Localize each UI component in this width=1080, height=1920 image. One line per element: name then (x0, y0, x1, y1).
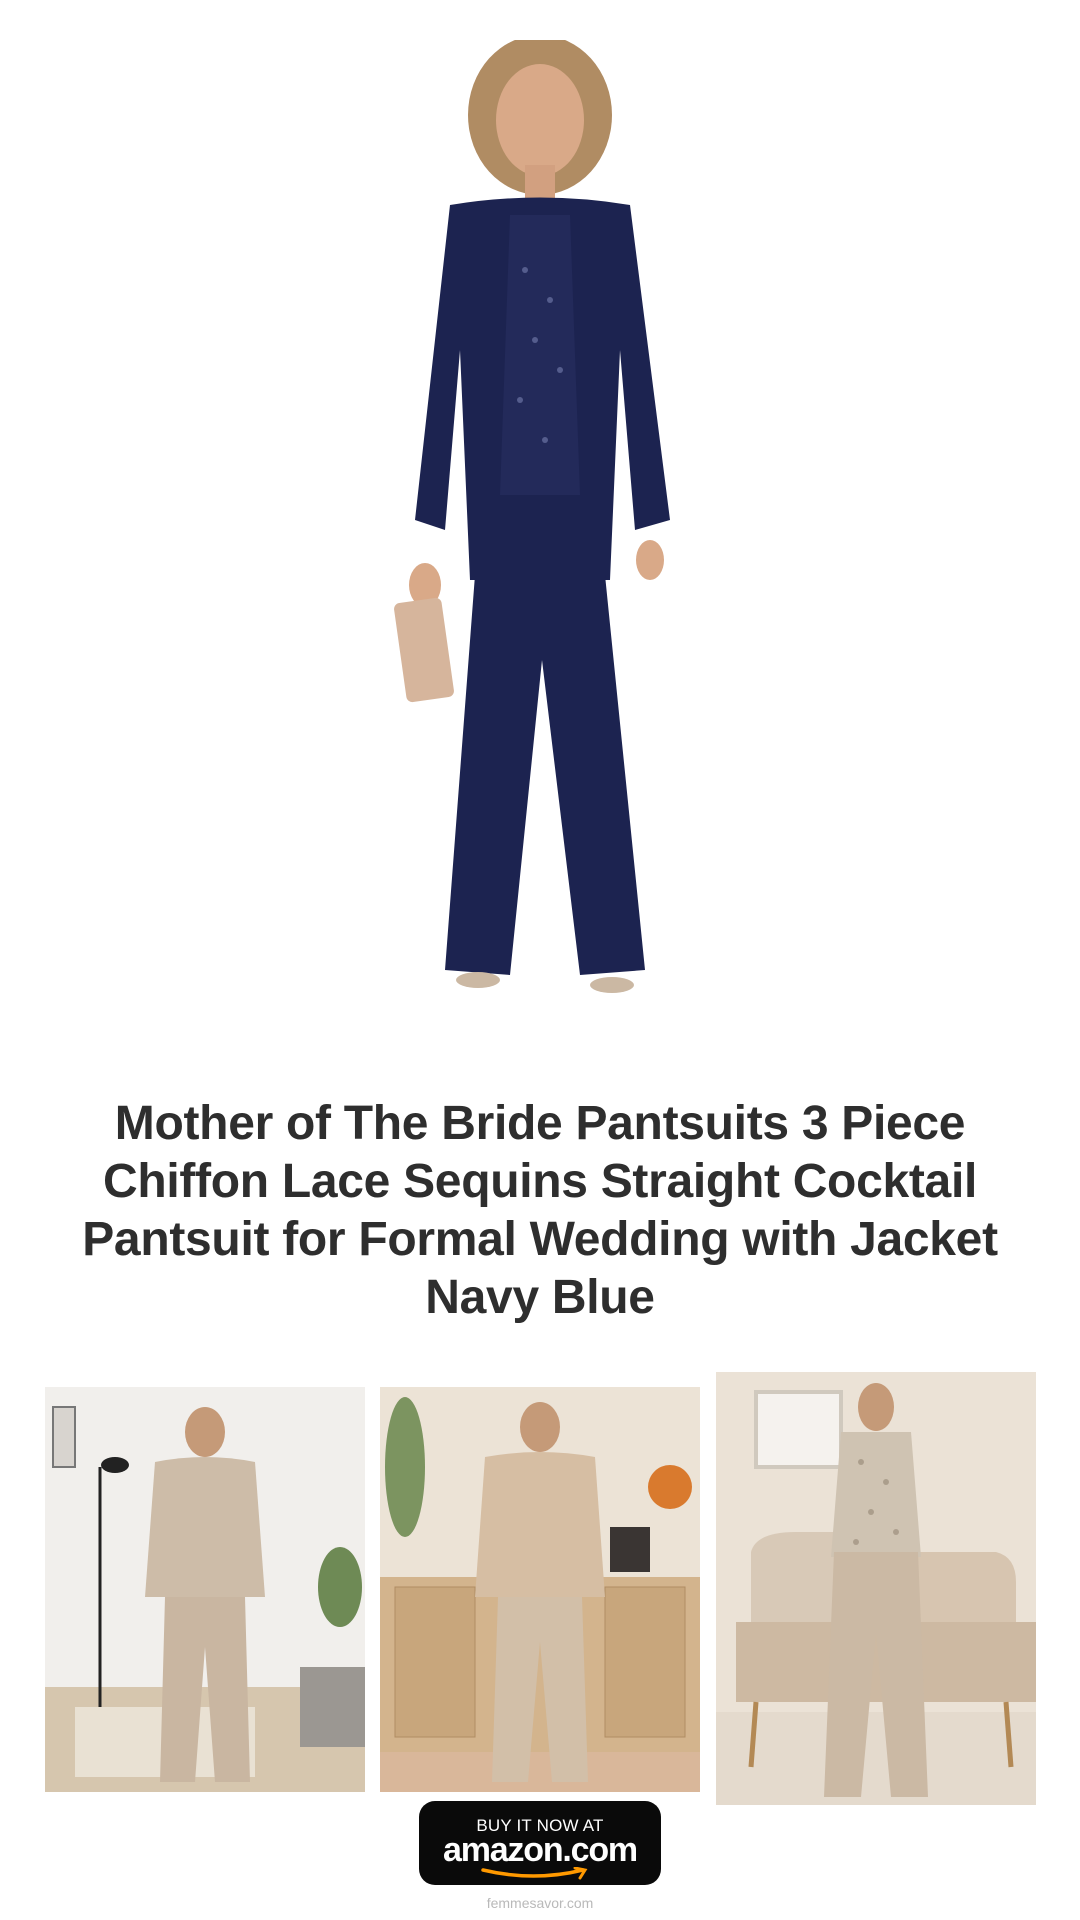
amazon-smile-icon (481, 1867, 588, 1880)
product-title: Mother of The Bride Pantsuits 3 Piece Ch… (82, 1097, 998, 1324)
thumbnail-2[interactable] (380, 1387, 700, 1792)
buy-on-amazon-button[interactable]: BUY IT NOW AT amazon.com (419, 1801, 661, 1885)
thumbnail-1[interactable] (45, 1387, 365, 1792)
living-room-champagne-suit-image (45, 1387, 365, 1792)
thumbnail-3[interactable] (716, 1372, 1036, 1805)
site-footer: femmesavor.com (486, 1895, 594, 1911)
amazon-brand-label: amazon.com (443, 1831, 638, 1869)
hero-product-image[interactable] (0, 0, 1080, 1060)
model-navy-pantsuit-image (394, 40, 670, 993)
armchair-sequin-top-image (716, 1372, 1036, 1805)
sideboard-champagne-suit-image (380, 1387, 700, 1792)
